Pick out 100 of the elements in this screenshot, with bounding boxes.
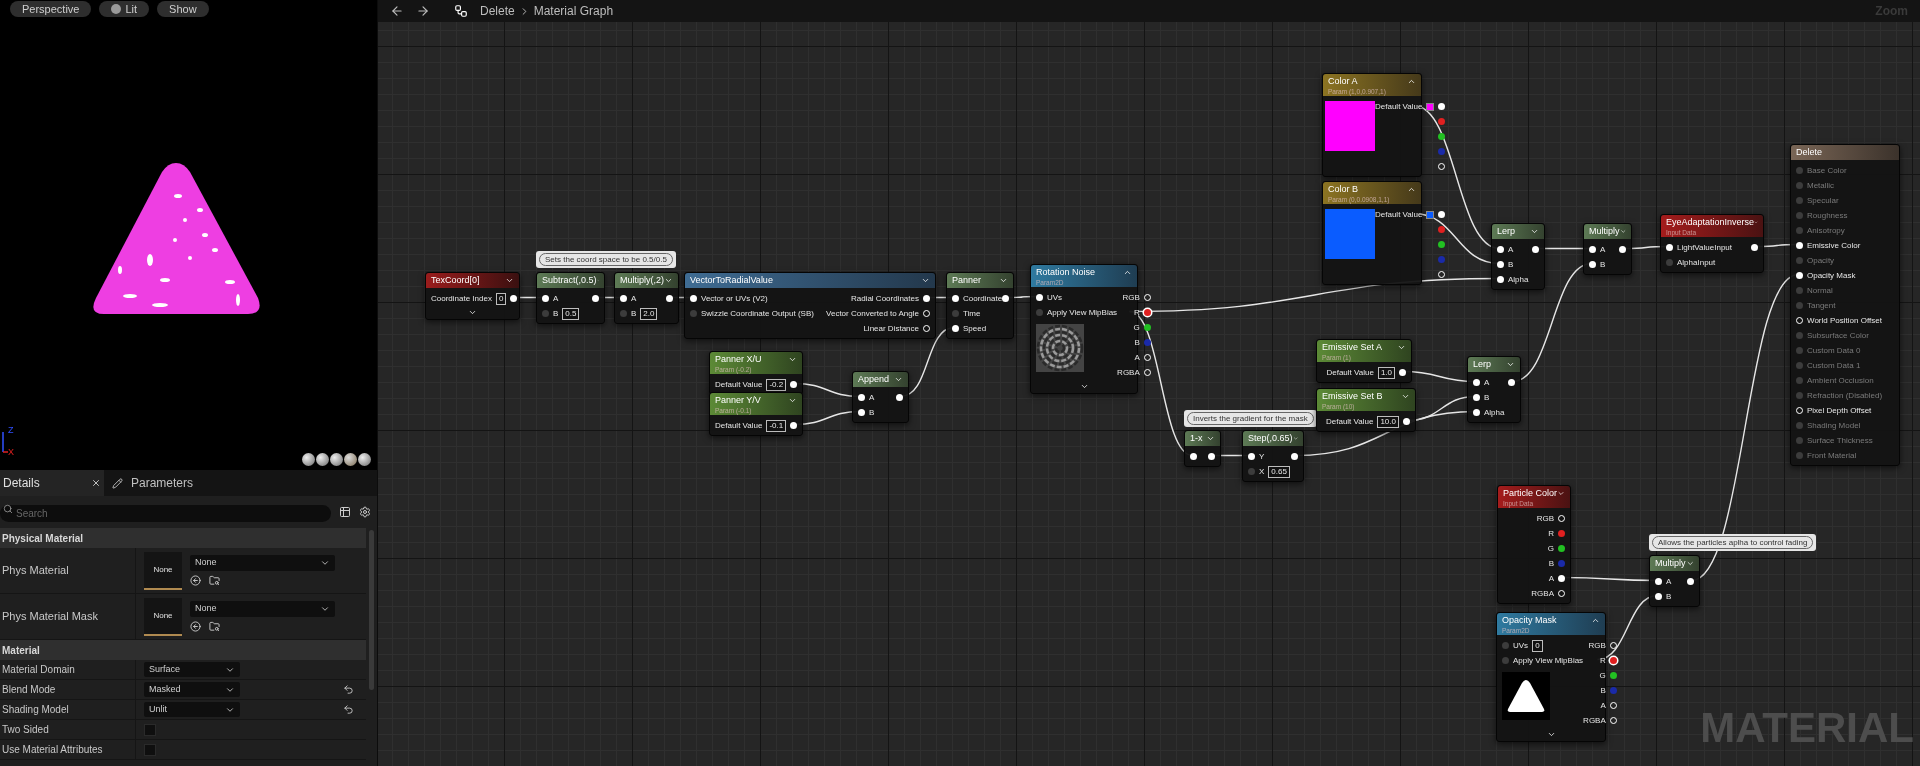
input-pin-icon[interactable] (1473, 409, 1480, 416)
collapse-chevron-icon[interactable] (1530, 227, 1539, 236)
preview-shape-icon[interactable] (330, 453, 343, 466)
collapse-chevron-icon[interactable] (1685, 559, 1694, 568)
advanced-chevron-icon[interactable] (1546, 730, 1556, 739)
checkbox[interactable] (144, 723, 156, 736)
graph-node[interactable]: TexCoord[0] Coordinate Index 0 (425, 272, 520, 320)
graph-node[interactable]: 1-x (1184, 430, 1221, 467)
browse-folder-icon[interactable] (209, 621, 220, 632)
property-dropdown[interactable]: Masked (144, 682, 240, 697)
preview-shape-icon[interactable] (302, 453, 315, 466)
color-value-swatch[interactable] (1426, 210, 1435, 219)
back-icon[interactable] (390, 4, 404, 18)
output-pin-icon[interactable] (790, 381, 798, 388)
output-pin-icon[interactable] (1532, 246, 1539, 253)
forward-icon[interactable] (416, 4, 430, 18)
output-pin-icon[interactable] (1751, 244, 1758, 251)
graph-node[interactable]: Panner Coordinate Time Speed (946, 272, 1014, 339)
graph-node[interactable] (1790, 144, 1900, 466)
graph-node[interactable]: Multiply A B (1649, 555, 1700, 607)
checkbox[interactable] (144, 743, 156, 756)
output-pin-icon[interactable] (510, 295, 518, 302)
input-pin-icon[interactable] (1589, 246, 1596, 253)
output-pin-icon[interactable] (1291, 453, 1298, 460)
asset-thumbnail[interactable]: None (144, 551, 182, 590)
asset-thumbnail[interactable]: None (144, 597, 182, 636)
output-pin-icon[interactable] (1438, 103, 1446, 110)
output-pin-icon[interactable] (1687, 578, 1694, 585)
input-pin-icon[interactable] (1248, 453, 1255, 460)
collapse-chevron-icon[interactable] (1407, 77, 1416, 86)
input-pin-icon[interactable] (1796, 242, 1803, 249)
color-value-swatch[interactable] (1426, 102, 1435, 111)
asset-dropdown[interactable]: None (190, 555, 335, 571)
table-view-icon[interactable] (339, 506, 351, 518)
input-pin-icon[interactable] (1497, 246, 1504, 253)
output-pin-icon[interactable] (790, 422, 798, 429)
output-pin-icon[interactable] (1438, 226, 1446, 233)
output-pin-icon[interactable] (1609, 672, 1617, 679)
input-pin-icon[interactable] (952, 325, 959, 332)
viewport-toolbar-button[interactable]: Show (157, 1, 209, 17)
value-field[interactable]: 1.0 (1377, 366, 1395, 379)
output-pin-icon[interactable] (1619, 246, 1626, 253)
breadcrumb-link[interactable]: Delete (480, 2, 515, 20)
input-pin-icon[interactable] (1248, 468, 1255, 475)
collapse-chevron-icon[interactable] (505, 276, 514, 285)
browse-folder-icon[interactable] (209, 575, 220, 586)
settings-icon[interactable] (359, 506, 371, 518)
section-header[interactable]: Physical Material (0, 528, 366, 548)
advanced-chevron-icon[interactable] (468, 308, 477, 317)
input-pin-icon[interactable] (1497, 261, 1504, 268)
collapse-chevron-icon[interactable] (1206, 434, 1215, 443)
value-field[interactable]: -0.2 (766, 378, 787, 391)
reset-to-default-icon[interactable] (343, 684, 354, 695)
value-field[interactable]: 2.0 (640, 307, 658, 320)
panel-tab[interactable]: Details (0, 470, 104, 496)
output-pin-icon[interactable] (1403, 418, 1410, 425)
viewport-toolbar-button[interactable]: Lit (99, 1, 150, 17)
section-header[interactable]: Material (0, 640, 366, 660)
output-pin-icon[interactable] (1438, 211, 1446, 218)
input-pin-icon[interactable] (620, 295, 627, 302)
collapse-chevron-icon[interactable] (921, 276, 930, 285)
output-pin-icon[interactable] (896, 394, 903, 401)
value-field[interactable]: 0 (495, 292, 507, 305)
value-field[interactable]: 0.65 (1268, 465, 1290, 478)
preview-shape-icon[interactable] (316, 453, 329, 466)
output-pin-icon[interactable] (1558, 575, 1565, 582)
input-pin-icon[interactable] (542, 295, 549, 302)
output-pin-icon[interactable] (666, 295, 673, 302)
search-field[interactable]: Search (0, 505, 331, 522)
input-pin-icon[interactable] (952, 295, 959, 302)
output-pin-icon[interactable] (1558, 545, 1565, 552)
input-pin-icon[interactable] (1473, 379, 1480, 386)
breadcrumb-link[interactable]: Material Graph (533, 2, 614, 20)
input-pin-icon[interactable] (1502, 657, 1509, 664)
input-pin-icon[interactable] (952, 310, 959, 317)
collapse-chevron-icon[interactable] (894, 375, 903, 384)
advanced-chevron-icon[interactable] (1079, 382, 1089, 391)
output-pin-icon[interactable] (1208, 453, 1215, 460)
graph-node[interactable]: Step(,0.65) Y X 0.65 (1242, 430, 1304, 482)
input-pin-icon[interactable] (1655, 593, 1662, 600)
close-tab-icon[interactable] (91, 478, 101, 488)
output-pin-icon[interactable] (1399, 369, 1406, 376)
input-pin-icon[interactable] (1666, 244, 1673, 251)
scrollbar[interactable] (369, 530, 374, 690)
preview-shape-icon[interactable] (344, 453, 357, 466)
collapse-chevron-icon[interactable] (1591, 616, 1600, 625)
collapse-chevron-icon[interactable] (1123, 268, 1132, 277)
graph-node[interactable]: Subtract(,0.5) A B 0.5 (536, 272, 605, 324)
graph-node[interactable]: Append A B (852, 371, 909, 423)
value-field[interactable]: 10.0 (1377, 415, 1399, 428)
collapse-chevron-icon[interactable] (788, 396, 797, 405)
value-field[interactable]: 0 (1532, 639, 1543, 652)
asset-dropdown[interactable]: None (190, 601, 335, 617)
output-pin-icon[interactable] (1438, 241, 1446, 248)
value-field[interactable]: 0.5 (562, 307, 580, 320)
input-pin-icon[interactable] (1190, 453, 1197, 460)
output-pin-icon[interactable] (923, 295, 930, 302)
collapse-chevron-icon[interactable] (788, 355, 797, 364)
input-pin-icon[interactable] (620, 310, 627, 317)
input-pin-icon[interactable] (858, 394, 865, 401)
